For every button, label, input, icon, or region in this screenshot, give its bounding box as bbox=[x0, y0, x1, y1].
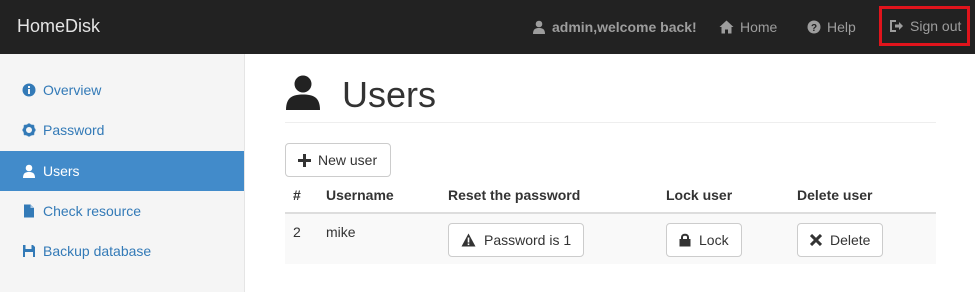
page-header: Users bbox=[285, 70, 936, 123]
nav-signout-link[interactable]: Sign out bbox=[879, 6, 970, 46]
sidebar-item-label: Check resource bbox=[43, 203, 142, 219]
sidebar-item-check-resource[interactable]: Check resource bbox=[0, 191, 244, 231]
warning-icon bbox=[461, 233, 476, 247]
help-icon: ? bbox=[807, 20, 821, 34]
info-icon bbox=[22, 83, 36, 97]
column-header-lock-user: Lock user bbox=[658, 178, 789, 214]
users-table: # Username Reset the password Lock user … bbox=[285, 178, 936, 264]
delete-user-cell: Delete bbox=[789, 213, 936, 264]
column-header-username: Username bbox=[318, 178, 440, 214]
column-header-id: # bbox=[285, 178, 318, 214]
sign-out-icon bbox=[890, 20, 903, 32]
close-icon bbox=[810, 234, 822, 246]
user-icon bbox=[533, 20, 545, 34]
lock-label: Lock bbox=[699, 232, 729, 248]
welcome-message: admin,welcome back! bbox=[532, 0, 697, 54]
column-header-reset-password: Reset the password bbox=[440, 178, 658, 214]
sidebar: Overview Password Users Check resource B… bbox=[0, 54, 245, 292]
sidebar-item-password[interactable]: Password bbox=[0, 110, 244, 150]
reset-password-label: Password is 1 bbox=[484, 232, 572, 248]
lock-user-cell: Lock bbox=[658, 213, 789, 264]
sidebar-item-backup-database[interactable]: Backup database bbox=[0, 231, 244, 271]
new-user-label: New user bbox=[318, 152, 378, 168]
page-title: Users bbox=[342, 74, 437, 115]
reset-password-cell: Password is 1 bbox=[440, 213, 658, 264]
user-icon bbox=[23, 164, 35, 178]
sidebar-item-label: Overview bbox=[43, 82, 102, 98]
sidebar-item-label: Backup database bbox=[43, 243, 152, 259]
sidebar-item-overview[interactable]: Overview bbox=[0, 70, 244, 110]
home-label: Home bbox=[740, 19, 778, 35]
welcome-text: admin,welcome back! bbox=[552, 19, 697, 35]
sidebar-item-label: Password bbox=[43, 122, 105, 138]
gear-icon bbox=[22, 123, 36, 137]
lock-user-button[interactable]: Lock bbox=[666, 223, 742, 257]
sign-out-label: Sign out bbox=[910, 18, 962, 34]
brand-logo[interactable]: HomeDisk bbox=[17, 16, 100, 37]
table-header-row: # Username Reset the password Lock user … bbox=[285, 178, 936, 214]
svg-text:?: ? bbox=[811, 23, 817, 34]
file-icon bbox=[24, 204, 34, 218]
new-user-button[interactable]: New user bbox=[285, 143, 391, 177]
user-icon bbox=[286, 75, 320, 110]
column-header-delete-user: Delete user bbox=[789, 178, 936, 214]
top-navbar: HomeDisk admin,welcome back! Home ? Help… bbox=[0, 0, 975, 54]
home-icon bbox=[719, 20, 734, 34]
nav-home-link[interactable]: Home bbox=[719, 0, 777, 54]
user-id-cell: 2 bbox=[285, 213, 318, 264]
nav-help-link[interactable]: ? Help bbox=[807, 0, 856, 54]
sidebar-item-label: Users bbox=[43, 163, 80, 179]
table-row: 2 mike Password is 1 Lock Delete bbox=[285, 213, 936, 264]
delete-user-button[interactable]: Delete bbox=[797, 223, 884, 257]
plus-icon bbox=[298, 153, 311, 167]
floppy-icon bbox=[23, 245, 35, 257]
delete-label: Delete bbox=[830, 232, 871, 248]
username-cell: mike bbox=[318, 213, 440, 264]
sidebar-item-users[interactable]: Users bbox=[0, 151, 244, 191]
lock-icon bbox=[679, 233, 691, 247]
help-label: Help bbox=[827, 19, 856, 35]
reset-password-button[interactable]: Password is 1 bbox=[448, 223, 585, 257]
